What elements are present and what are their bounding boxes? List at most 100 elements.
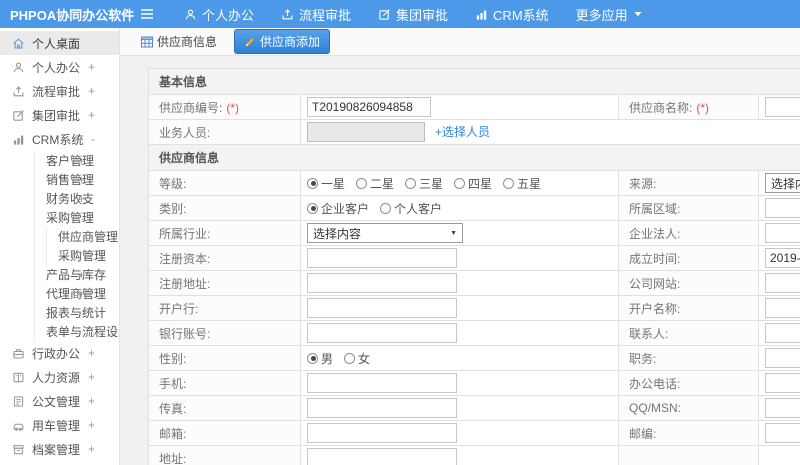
job-title-input[interactable] (765, 348, 800, 368)
expand-plus-icon[interactable]: + (78, 268, 85, 282)
expand-plus-icon[interactable]: + (88, 108, 95, 122)
sidebar-item-administrative-office[interactable]: 行政办公 + (0, 341, 119, 365)
sidebar-item-document-management[interactable]: 公文管理 + (0, 389, 119, 413)
sidebar-item-agent-management[interactable]: 代理商管理 + (0, 284, 119, 303)
topnav-item-group-approval[interactable]: 集团审批 (378, 5, 448, 24)
category-radio-0[interactable]: 企业客户 (307, 200, 369, 217)
field-label-registered-capital: 注册资本: (148, 245, 301, 271)
field-label-registered-address: 注册地址: (148, 270, 301, 296)
founded-date-input[interactable] (765, 248, 800, 268)
expand-plus-icon[interactable]: + (78, 192, 85, 206)
fax-input[interactable] (307, 398, 457, 418)
choose-person-link[interactable]: +选择人员 (435, 125, 490, 139)
field-label-text: 职务: (629, 351, 657, 366)
sidebar-item-product-inventory[interactable]: 产品与库存 + (0, 265, 119, 284)
bank-branch-input[interactable] (307, 298, 457, 318)
chart-icon (475, 8, 488, 21)
mobile-input[interactable] (307, 373, 457, 393)
topnav-item-label: 个人办公 (202, 7, 255, 23)
level-radio-0[interactable]: 一星 (307, 175, 345, 192)
sidebar-item-form-workflow-settings[interactable]: 表单与流程设置+ (0, 322, 119, 341)
registered-address-input[interactable] (307, 273, 457, 293)
sidebar-item-label: 档案管理 (32, 442, 81, 457)
address-input[interactable] (307, 448, 457, 465)
gender-radio-0[interactable]: 男 (307, 350, 333, 367)
sidebar-item-customer-management[interactable]: 客户管理 + (0, 151, 119, 170)
sidebar-item-personal-desktop[interactable]: 个人桌面 (0, 31, 119, 55)
expand-plus-icon[interactable]: + (88, 60, 95, 74)
level-radio-2[interactable]: 三星 (405, 175, 443, 192)
email-input[interactable] (307, 423, 457, 443)
supplier-name-input[interactable] (765, 97, 800, 117)
collapse-minus-icon[interactable]: - (91, 132, 95, 146)
sidebar-item-label: 客户管理 (46, 154, 95, 168)
region-input[interactable] (765, 198, 800, 218)
radio-unselected-icon (380, 202, 392, 214)
level-radio-1[interactable]: 二星 (356, 175, 394, 192)
field-label-source: 来源: (618, 170, 759, 196)
sidebar-item-purchase-management[interactable]: 采购管理 - (0, 208, 119, 227)
company-website-input[interactable] (765, 273, 800, 293)
topnav-item-crm-system[interactable]: CRM系统 (475, 5, 549, 24)
sidebar-item-reports-statistics[interactable]: 报表与统计 (0, 303, 119, 322)
field-label-category: 类别: (148, 195, 301, 221)
radio-option-label: 男 (321, 351, 334, 366)
field-label-text: 供应商编号: (159, 100, 223, 115)
contact-person-input[interactable] (765, 323, 800, 343)
level-radio-4[interactable]: 五星 (503, 175, 541, 192)
sidebar-item-purchasing[interactable]: 采购管理 (0, 246, 119, 265)
sidebar-item-finance-income-expense[interactable]: 财务收支 + (0, 189, 119, 208)
expand-plus-icon[interactable]: + (78, 287, 85, 301)
tab-supplier-add[interactable]: 供应商添加 (234, 29, 331, 54)
registered-capital-input[interactable] (307, 248, 457, 268)
sidebar-item-crm-system[interactable]: CRM系统 - (0, 127, 119, 151)
sidebar-item-label: 财务收支 (46, 192, 95, 206)
sidebar-item-group-approval[interactable]: 集团审批 + (0, 103, 119, 127)
topbar: PHPOA协同办公软件 个人办公 流程审批 集团审批 CRM系统 更多应用 (0, 0, 800, 28)
field-label-text: 来源: (629, 176, 657, 191)
expand-plus-icon[interactable]: + (88, 418, 95, 432)
expand-plus-icon[interactable]: + (78, 173, 85, 187)
supplier-code-input[interactable] (307, 97, 431, 117)
field-label-job-title: 职务: (618, 345, 759, 371)
form-field-row: 等级: 一星 二星 三星 四星 五星 来源: 选择内容▼ (148, 170, 800, 196)
category-radio-1[interactable]: 个人客户 (380, 200, 442, 217)
expand-plus-icon[interactable]: + (88, 442, 95, 456)
expand-plus-icon[interactable]: + (78, 154, 85, 168)
sidebar-item-personal-office[interactable]: 个人办公 + (0, 55, 119, 79)
business-person-input[interactable] (307, 122, 425, 142)
sidebar-item-sales-management[interactable]: 销售管理 + (0, 170, 119, 189)
expand-plus-icon[interactable]: + (88, 370, 95, 384)
expand-plus-icon[interactable]: + (88, 84, 95, 98)
sidebar-item-workflow-approval[interactable]: 流程审批 + (0, 79, 119, 103)
source-select[interactable]: 选择内容▼ (765, 173, 800, 193)
gender-radio-1[interactable]: 女 (344, 350, 370, 367)
account-name-input[interactable] (765, 298, 800, 318)
collapse-minus-icon[interactable]: - (81, 211, 85, 225)
field-value-supplier-code (300, 94, 619, 120)
qq-msn-input[interactable] (765, 398, 800, 418)
sidebar-item-human-resources[interactable]: 人力资源 + (0, 365, 119, 389)
topnav-item-personal-office[interactable]: 个人办公 (184, 5, 254, 24)
expand-plus-icon[interactable]: + (88, 394, 95, 408)
radio-option-label: 个人客户 (394, 201, 443, 216)
topnav-item-workflow-approval[interactable]: 流程审批 (281, 5, 351, 24)
legal-person-input[interactable] (765, 223, 800, 243)
hamburger-menu-icon[interactable] (140, 8, 154, 20)
zip-code-input[interactable] (765, 423, 800, 443)
topnav-item-more-apps[interactable]: 更多应用 (576, 5, 642, 24)
sidebar-item-supplier-management[interactable]: 供应商管理 (0, 227, 119, 246)
field-label-zip-code: 邮编: (618, 420, 759, 446)
office-phone-input[interactable] (765, 373, 800, 393)
industry-select[interactable]: 选择内容 ▼ (307, 223, 463, 243)
expand-plus-icon[interactable]: + (88, 346, 95, 360)
level-radio-3[interactable]: 四星 (454, 175, 492, 192)
field-label-text: 注册地址: (159, 276, 211, 291)
field-label-bank-account: 银行账号: (148, 320, 301, 346)
field-label-text: 银行账号: (159, 326, 211, 341)
tab-supplier-info[interactable]: 供应商信息 (133, 30, 225, 53)
sidebar-item-vehicle-management[interactable]: 用车管理 + (0, 413, 119, 437)
required-marker: (*) (226, 100, 240, 115)
bank-account-input[interactable] (307, 323, 457, 343)
sidebar-item-archive-management[interactable]: 档案管理 + (0, 437, 119, 461)
